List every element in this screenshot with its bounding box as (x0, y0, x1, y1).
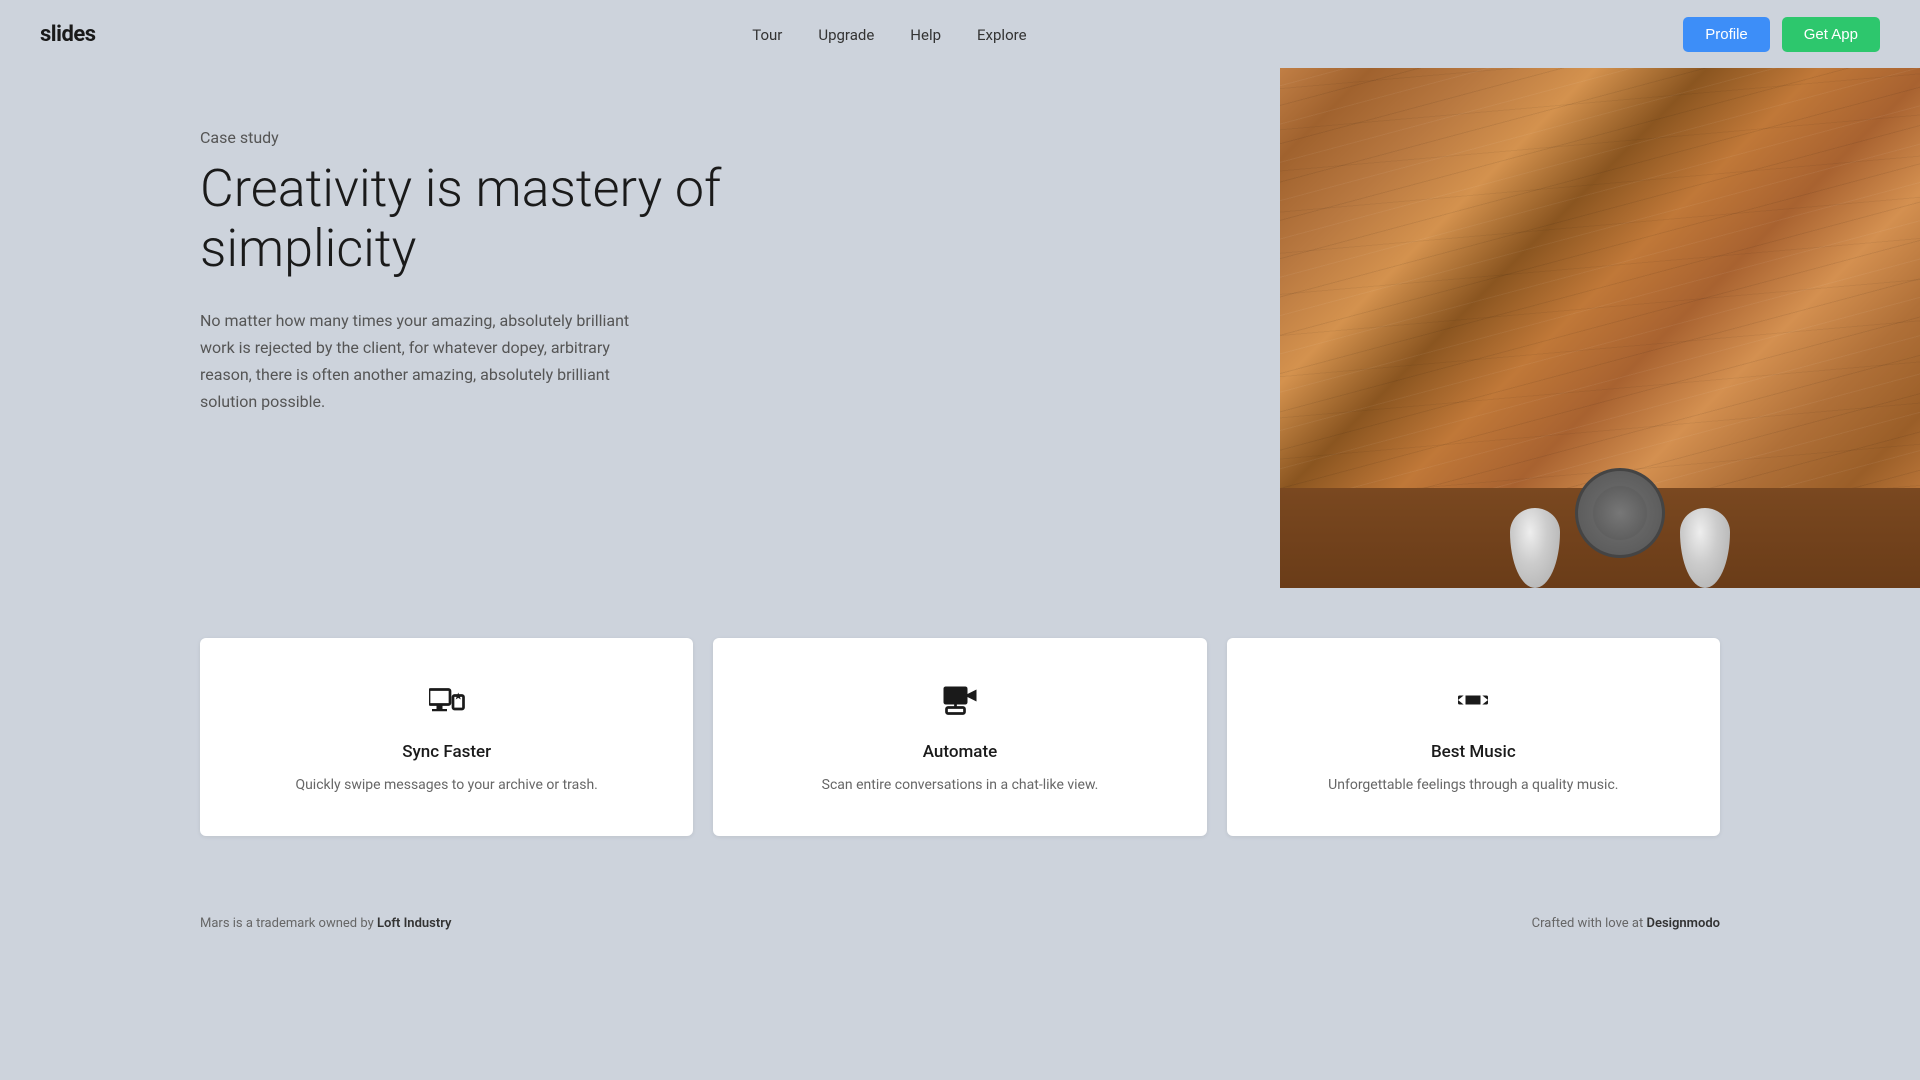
features-section: Sync Faster Quickly swipe messages to yo… (0, 598, 1920, 896)
sync-icon (425, 678, 469, 722)
feature-desc-music: Unforgettable feelings through a quality… (1257, 774, 1690, 796)
hero-section: Case study Creativity is mastery of simp… (0, 68, 1920, 568)
hero-label: Case study (200, 128, 800, 147)
nav-links: Tour Upgrade Help Explore (752, 25, 1026, 44)
nav-actions: Profile Get App (1683, 17, 1880, 52)
speaker-leg-right (1680, 508, 1730, 588)
hero-image (730, 68, 1920, 588)
feature-card-sync: Sync Faster Quickly swipe messages to yo… (200, 638, 693, 836)
footer-right-text: Crafted with love at (1532, 916, 1647, 931)
feature-title-automate: Automate (743, 742, 1176, 762)
nav-tour[interactable]: Tour (752, 26, 782, 44)
speaker-box (1280, 68, 1920, 488)
feature-desc-automate: Scan entire conversations in a chat-like… (743, 774, 1176, 796)
hero-content: Case study Creativity is mastery of simp… (0, 128, 800, 415)
feature-card-automate: Automate Scan entire conversations in a … (713, 638, 1206, 836)
feature-card-music: Best Music Unforgettable feelings throug… (1227, 638, 1720, 836)
speaker-cone (1575, 468, 1665, 558)
footer-left-text: Mars is a trademark owned by (200, 916, 377, 931)
navbar: slides Tour Upgrade Help Explore Profile… (0, 0, 1920, 68)
footer-right: Crafted with love at Designmodo (1532, 916, 1720, 931)
nav-upgrade[interactable]: Upgrade (818, 26, 874, 44)
feature-title-music: Best Music (1257, 742, 1690, 762)
footer-right-brand: Designmodo (1646, 916, 1720, 931)
hero-description: No matter how many times your amazing, a… (200, 307, 660, 416)
hero-title: Creativity is mastery of simplicity (200, 159, 800, 279)
profile-button[interactable]: Profile (1683, 17, 1770, 52)
feature-title-sync: Sync Faster (230, 742, 663, 762)
nav-explore[interactable]: Explore (977, 26, 1027, 44)
speaker-base (1280, 488, 1920, 588)
get-app-button[interactable]: Get App (1782, 17, 1880, 52)
nav-help[interactable]: Help (910, 26, 941, 44)
logo[interactable]: slides (40, 22, 96, 47)
feature-desc-sync: Quickly swipe messages to your archive o… (230, 774, 663, 796)
music-icon (1451, 678, 1495, 722)
footer-left-brand: Loft Industry (377, 916, 451, 931)
footer: Mars is a trademark owned by Loft Indust… (0, 896, 1920, 951)
footer-left: Mars is a trademark owned by Loft Indust… (200, 916, 451, 931)
speaker-leg-left (1510, 508, 1560, 588)
video-icon (938, 678, 982, 722)
